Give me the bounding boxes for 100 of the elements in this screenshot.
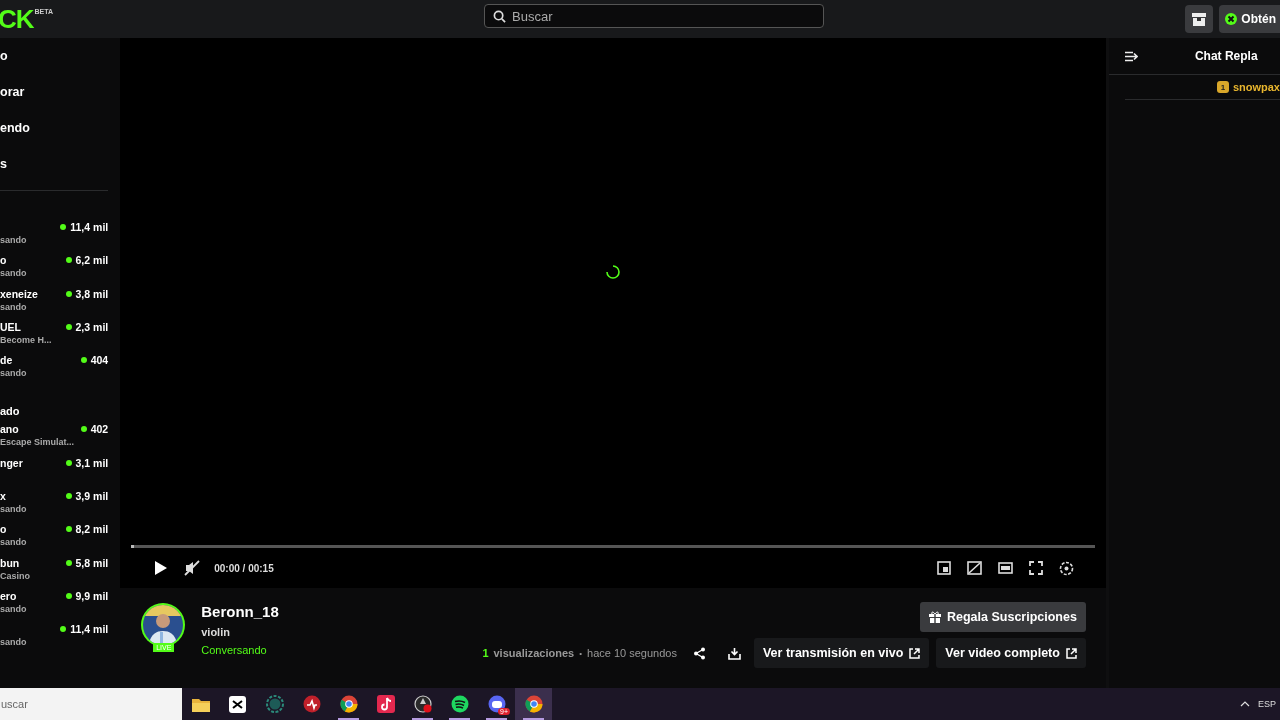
mini-player-icon [936, 561, 951, 575]
live-dot-icon [65, 323, 72, 330]
viewer-count: 11,4 mil [70, 221, 109, 233]
live-dot-icon [65, 559, 72, 566]
fullscreen-button[interactable] [1026, 559, 1045, 577]
viewer-count: 2,3 mil [75, 320, 109, 333]
slashed-frame-icon [966, 561, 982, 575]
channel-name[interactable]: o [0, 523, 27, 537]
channel-category: sando [0, 636, 27, 649]
theater-mode-button[interactable] [995, 560, 1015, 576]
time-display: 00:00 / 00:15 [214, 562, 274, 574]
view-count: 1 [482, 647, 489, 659]
channel-name[interactable]: UEL [0, 320, 52, 334]
live-dot-icon [60, 626, 67, 633]
channel-name[interactable]: xeneize [0, 287, 38, 301]
collapse-chat-icon[interactable] [1124, 50, 1138, 62]
viewer-count: 6,2 mil [75, 254, 109, 267]
language-indicator[interactable]: ESP [1258, 699, 1276, 709]
channel-category: sando [0, 536, 27, 549]
fullscreen-icon [1028, 561, 1043, 575]
channel-name[interactable]: ero [0, 589, 27, 603]
play-icon [154, 560, 169, 576]
live-dot-icon [60, 224, 67, 230]
channel-name[interactable]: x [0, 490, 27, 504]
pulse-icon [302, 695, 321, 713]
channel-name[interactable]: bun [0, 556, 30, 570]
gift-subs-button[interactable]: Regala Suscripciones [920, 602, 1086, 632]
channel-name[interactable]: de [0, 354, 27, 368]
music-note-icon [376, 695, 395, 713]
live-dot-icon [65, 459, 72, 466]
channel-category: sando [0, 300, 28, 313]
download-icon [727, 646, 741, 660]
viewer-count: 9,9 mil [75, 589, 109, 602]
upload-age: hace 10 segundos [587, 647, 677, 659]
sound-waves-icon [450, 695, 469, 713]
nav-item[interactable]: s [0, 146, 109, 182]
gift-icon [929, 611, 941, 623]
channel-category: sando [0, 267, 27, 280]
channel-name[interactable]: o [0, 254, 27, 268]
channel-category: sando [0, 602, 27, 615]
store-icon [1192, 12, 1207, 26]
viewer-count: 404 [90, 354, 109, 367]
live-dot-icon [80, 357, 87, 364]
channel-category: sando [0, 367, 27, 380]
live-dot-icon [65, 493, 72, 500]
viewer-count: 5,8 mil [75, 556, 109, 569]
channel-category: sando [0, 234, 27, 246]
views-label: visualizaciones [493, 647, 575, 659]
separator: • [579, 648, 583, 658]
video-player[interactable]: 00:00 / 00:15 [120, 38, 1106, 588]
stream-title: violin [201, 626, 231, 638]
chat-bubble-icon [487, 695, 506, 713]
browser-icon [339, 695, 358, 713]
viewer-count: 3,9 mil [75, 490, 109, 503]
browser-icon [524, 695, 543, 713]
channel-category: Escape Simulat... [0, 436, 75, 449]
search-field[interactable]: Buscar [484, 4, 824, 28]
tray-caret-icon[interactable] [1240, 701, 1250, 707]
nav-item[interactable]: endo [0, 110, 109, 146]
channel-category: sando [0, 503, 27, 516]
channel-name[interactable]: nger [0, 456, 23, 470]
share-icon [692, 646, 706, 660]
channel-category: Casino [0, 569, 30, 582]
live-dot-icon [65, 592, 72, 599]
viewer-count: 11,4 mil [70, 623, 109, 636]
live-dot-icon [80, 426, 87, 433]
external-link-icon [909, 647, 921, 659]
logo-icon [1225, 13, 1238, 25]
folder-icon [191, 696, 210, 712]
nav-item[interactable]: orar [0, 74, 109, 110]
volume-muted-button[interactable] [182, 558, 203, 578]
store-button[interactable] [1185, 5, 1214, 33]
full-video-button[interactable]: Ver video completo [936, 638, 1086, 668]
section-heading: ado [0, 405, 21, 418]
live-dot-icon [65, 526, 72, 533]
mini-player-button[interactable] [934, 559, 953, 577]
viewer-count: 3,1 mil [75, 456, 109, 469]
live-dot-icon [65, 290, 72, 297]
settings-icon [1058, 560, 1074, 576]
viewer-count: 3,8 mil [75, 287, 109, 300]
channel-category: Become H... [0, 333, 52, 346]
viewer-count: 402 [90, 423, 109, 436]
get-button[interactable]: Obtén [1219, 5, 1280, 33]
chat-username[interactable]: snowpax [1232, 81, 1280, 93]
channel-name[interactable]: Beronn_18 [201, 603, 279, 620]
channel-name[interactable]: ano [0, 423, 75, 437]
quality-button[interactable] [964, 559, 984, 577]
recorder-icon [413, 695, 432, 713]
live-dot-icon [65, 257, 72, 264]
watch-live-button[interactable]: Ver transmisión en vivo [753, 638, 930, 668]
chat-title: Chat Repla [1194, 49, 1258, 63]
ring-icon [265, 695, 284, 713]
viewer-count: 8,2 mil [75, 523, 109, 536]
sub-badge: 1 [1216, 81, 1229, 93]
category-link[interactable]: Conversando [201, 644, 279, 656]
scissors-icon [229, 695, 246, 713]
nav-item[interactable]: o [0, 38, 109, 74]
taskbar-app-button[interactable] [515, 688, 552, 720]
theater-icon [997, 562, 1013, 574]
taskbar-search-field[interactable]: uscar [0, 688, 182, 720]
